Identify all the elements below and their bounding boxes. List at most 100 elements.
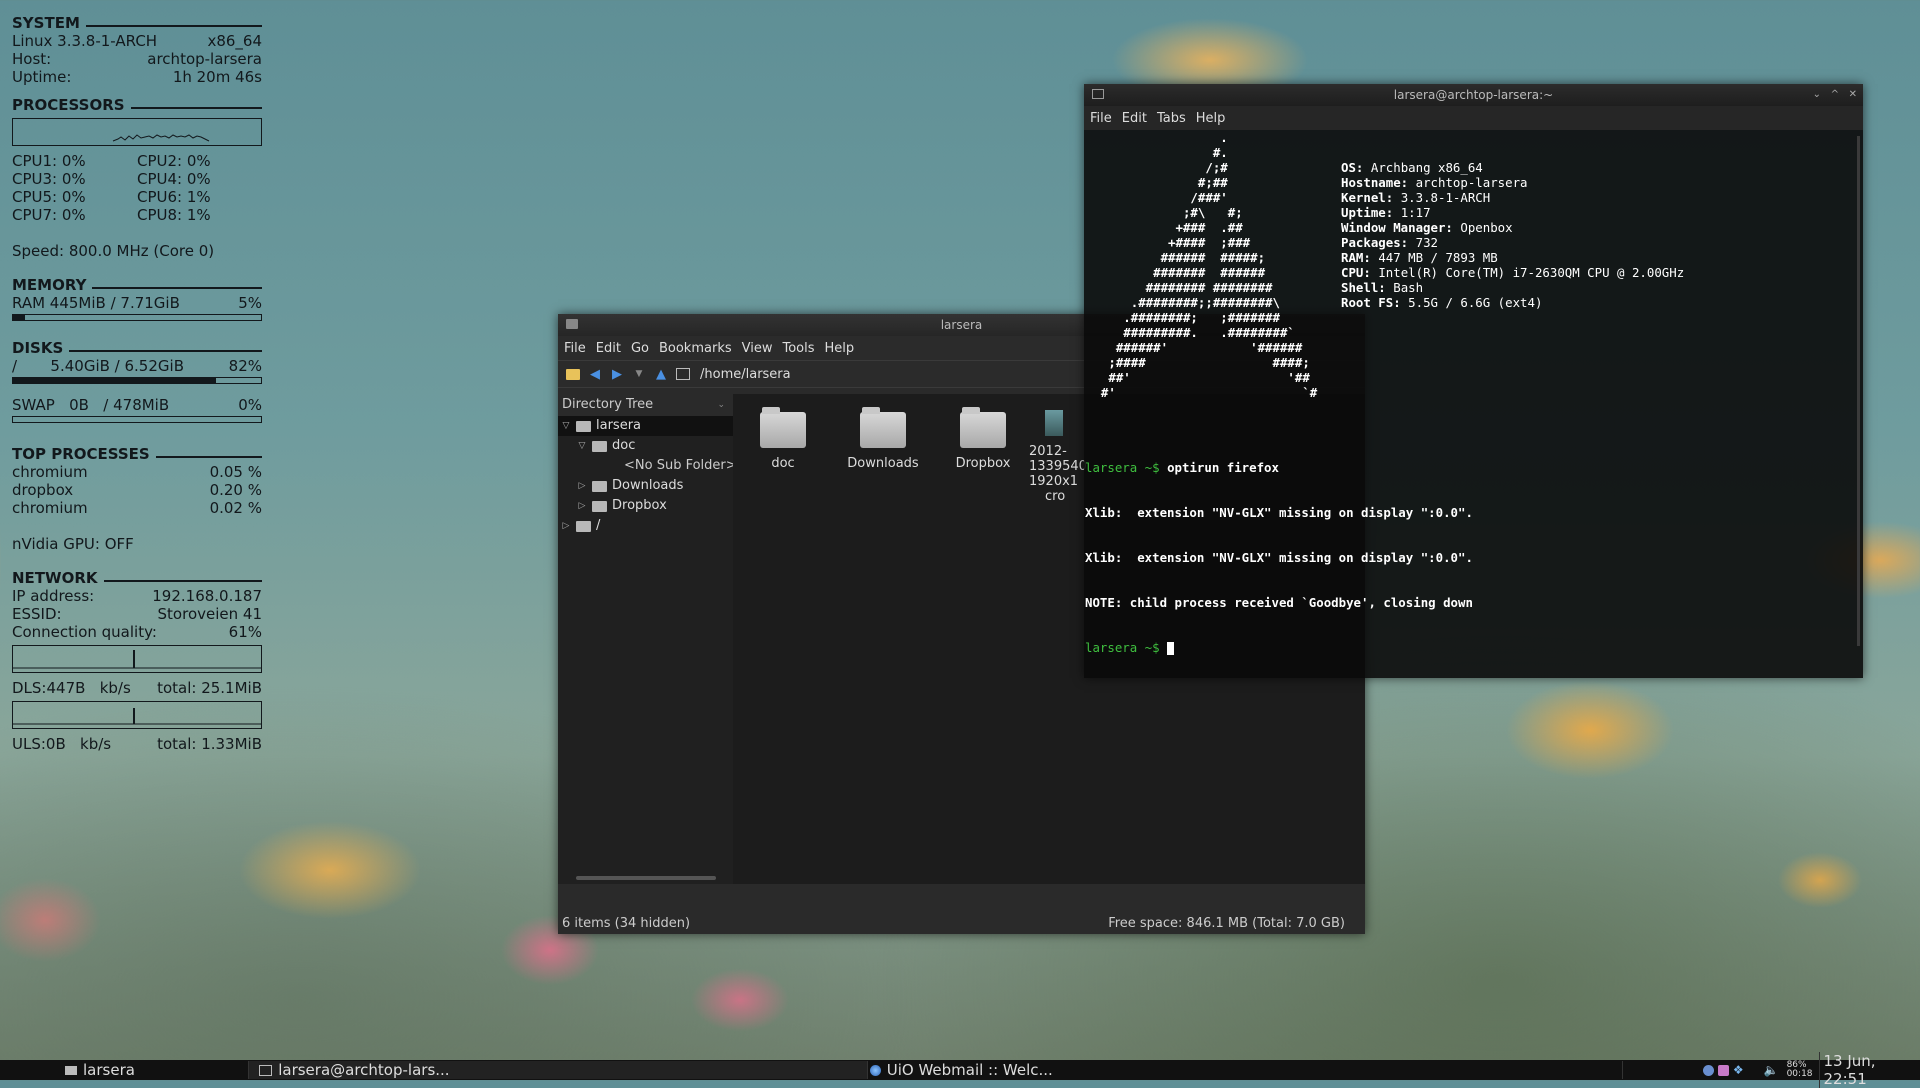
cpu7-value: CPU7: 0% — [12, 206, 86, 224]
arch-value: x86_64 — [207, 32, 262, 50]
location-path[interactable]: /home/larsera — [700, 367, 791, 382]
shell-prompt: larsera ~$ — [1085, 640, 1160, 655]
menu-view[interactable]: View — [742, 341, 773, 356]
menu-tabs[interactable]: Tabs — [1157, 111, 1186, 126]
menu-help[interactable]: Help — [825, 341, 855, 356]
cpu4-value: CPU4: 0% — [137, 170, 211, 188]
minimize-icon[interactable]: ⌄ — [1813, 84, 1821, 106]
tree-item-root[interactable]: ▷ / — [558, 516, 733, 536]
terminal-app-icon — [1092, 89, 1104, 99]
command-output: larsera ~$ optirun firefox Xlib: extensi… — [1085, 460, 1473, 655]
folder-icon — [760, 407, 806, 448]
image-file-item[interactable]: 2012- 1339540 1920x1 cro — [1029, 410, 1089, 504]
quality-value: 61% — [228, 623, 262, 641]
window-title: larsera — [940, 318, 983, 332]
command-text: optirun firefox — [1167, 460, 1279, 475]
download-rate: DLS:447B kb/s — [12, 679, 131, 697]
top-processes-section-title: TOP PROCESSES — [12, 445, 262, 463]
home-icon[interactable] — [674, 366, 692, 382]
tree-item-dropbox[interactable]: ▷ Dropbox — [558, 496, 733, 516]
taskbar: larsera larsera@archtop-lars... UiO Webm… — [0, 1052, 1920, 1088]
history-dropdown-icon[interactable]: ▼ — [630, 366, 648, 382]
task-browser[interactable]: UiO Webmail :: Welc... — [868, 1061, 1623, 1079]
menu-file[interactable]: File — [564, 341, 586, 356]
directory-tree-pane: Directory Tree ⌄ ▽ larsera ▽ doc <No Sub Fo… — [558, 394, 737, 884]
free-space: Free space: 846.1 MB (Total: 7.0 GB) — [1108, 915, 1345, 931]
up-arrow-icon[interactable]: ▲ — [652, 366, 670, 382]
collapsed-triangle-icon[interactable]: ▷ — [560, 516, 572, 536]
tree-item-larsera[interactable]: ▽ larsera — [558, 416, 733, 436]
collapsed-triangle-icon[interactable]: ▷ — [576, 496, 588, 516]
download-total: total: 25.1MiB — [157, 679, 262, 697]
folder-app-icon — [566, 319, 578, 329]
host-label: Host: — [12, 50, 52, 68]
menu-file[interactable]: File — [1090, 111, 1112, 126]
upload-rate: ULS:0B kb/s — [12, 735, 112, 753]
menu-bookmarks[interactable]: Bookmarks — [659, 341, 732, 356]
terminal-icon — [259, 1064, 273, 1076]
network-section-title: NETWORK — [12, 569, 262, 587]
process-name: chromium — [12, 499, 88, 517]
ram-percent: 5% — [238, 294, 262, 312]
terminal-window[interactable]: larsera@archtop-larsera:~ ⌄ ^ ✕ File Edi… — [1084, 84, 1863, 678]
browser-icon — [869, 1064, 881, 1076]
tree-item-downloads[interactable]: ▷ Downloads — [558, 476, 733, 496]
maximize-icon[interactable]: ^ — [1831, 84, 1839, 106]
clock[interactable]: 13 Jun, 22:51 — [1818, 1052, 1920, 1088]
ram-usage: RAM 445MiB / 7.71GiB — [12, 294, 180, 312]
essid-label: ESSID: — [12, 605, 62, 623]
volume-icon[interactable]: 🔈 — [1764, 1063, 1779, 1077]
process-name: dropbox — [12, 481, 74, 499]
cpu5-value: CPU5: 0% — [12, 188, 86, 206]
tree-item-doc[interactable]: ▽ doc — [558, 436, 733, 456]
folder-item-doc[interactable]: doc — [738, 407, 828, 471]
task-file-manager[interactable]: larsera — [0, 1061, 250, 1079]
terminal-scrollbar[interactable] — [1857, 136, 1860, 646]
processors-section-title: PROCESSORS — [12, 96, 262, 114]
quality-label: Connection quality: — [12, 623, 157, 641]
conky-monitor: SYSTEM Linux 3.3.8-1-ARCH x86_64 Host: arc… — [12, 10, 262, 753]
task-terminal[interactable]: larsera@archtop-lars... — [249, 1061, 868, 1079]
folder-item-downloads[interactable]: Downloads — [838, 407, 928, 471]
menu-help[interactable]: Help — [1196, 111, 1226, 126]
folder-icon — [576, 520, 591, 532]
system-info: OS: Archbang x86_64 Hostname: archtop-la… — [1341, 160, 1685, 310]
back-arrow-icon[interactable]: ◀ — [586, 366, 604, 382]
swap-percent: 0% — [238, 396, 262, 414]
battery-indicator[interactable]: 86% 00:18 — [1787, 1061, 1813, 1079]
image-thumbnail — [1045, 410, 1063, 436]
menu-go[interactable]: Go — [631, 341, 649, 356]
dropbox-icon[interactable]: ❖ — [1733, 1063, 1744, 1077]
cpu8-value: CPU8: 1% — [137, 206, 211, 224]
menu-tools[interactable]: Tools — [782, 341, 814, 356]
tray-app-icon[interactable] — [1717, 1064, 1729, 1076]
forward-arrow-icon[interactable]: ▶ — [608, 366, 626, 382]
menu-edit[interactable]: Edit — [1122, 111, 1147, 126]
collapsed-triangle-icon[interactable]: ▷ — [576, 476, 588, 496]
ram-bar — [12, 314, 262, 321]
folder-item-dropbox[interactable]: Dropbox — [938, 407, 1028, 471]
expanded-triangle-icon[interactable]: ▽ — [560, 416, 572, 436]
close-icon[interactable]: ✕ — [1849, 84, 1857, 106]
tree-horizontal-scrollbar[interactable] — [576, 876, 716, 880]
folder-icon — [65, 1065, 77, 1075]
swap-usage: SWAP 0B / 478MiB — [12, 396, 170, 414]
terminal-output[interactable]: . #. /;# #;## /###' ;#\ #; +### .## +###… — [1084, 130, 1863, 678]
new-tab-icon[interactable] — [564, 366, 582, 382]
network-icon[interactable] — [1702, 1064, 1714, 1076]
shell-prompt: larsera ~$ — [1085, 460, 1160, 475]
gpu-status: nVidia GPU: OFF — [12, 535, 134, 553]
ip-label: IP address: — [12, 587, 95, 605]
expanded-triangle-icon[interactable]: ▽ — [576, 436, 588, 456]
os-label: Linux 3.3.8-1-ARCH — [12, 32, 158, 50]
terminal-menubar: File Edit Tabs Help — [1084, 106, 1863, 130]
disks-section-title: DISKS — [12, 339, 262, 357]
ip-value: 192.168.0.187 — [152, 587, 262, 605]
memory-section-title: MEMORY — [12, 276, 262, 294]
directory-tree-header[interactable]: Directory Tree ⌄ — [558, 394, 733, 416]
root-disk-usage: / 5.40GiB / 6.52GiB — [12, 357, 184, 375]
terminal-titlebar[interactable]: larsera@archtop-larsera:~ ⌄ ^ ✕ — [1084, 84, 1863, 106]
window-title: larsera@archtop-larsera:~ — [1393, 88, 1554, 102]
cpu-graph — [12, 118, 262, 146]
menu-edit[interactable]: Edit — [596, 341, 621, 356]
